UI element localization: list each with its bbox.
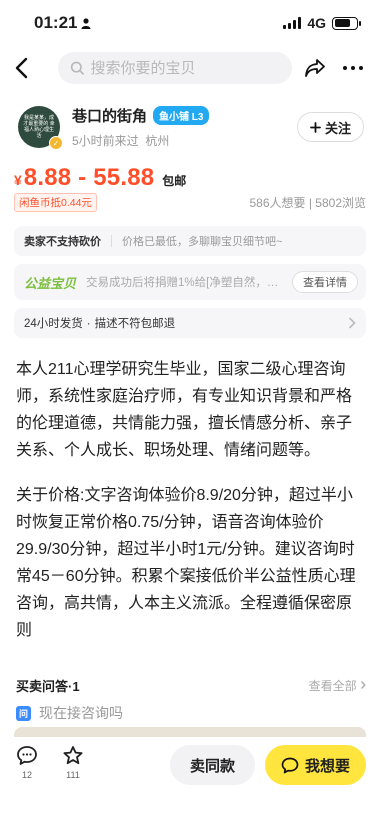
- ship-refund: 描述不符包邮退: [94, 318, 176, 330]
- divider: [111, 235, 112, 247]
- chat-icon: [281, 757, 299, 773]
- want-button[interactable]: 我想要: [264, 745, 366, 785]
- top-bar: [0, 46, 380, 90]
- qa-title: 买卖问答·1: [16, 678, 80, 694]
- clock: 01:21: [34, 13, 78, 32]
- seller-info[interactable]: 巷口的街角 鱼小铺 L3 5小时前来过 杭州: [72, 105, 297, 149]
- status-right: 4G: [283, 15, 361, 31]
- qa-more-link[interactable]: 查看全部: [309, 677, 366, 694]
- bargain-notice: 卖家不支持砍价 价格已最低，多聊聊宝贝细节吧~: [14, 226, 366, 256]
- want-count: 586人想要: [249, 195, 306, 210]
- back-arrow-icon: [15, 57, 28, 79]
- item-description: 本人211心理学研究生毕业，国家二级心理咨询师，系统性家庭治疗师，有专业知识背景…: [0, 338, 380, 644]
- description-paragraph: 关于价格:文字咨询体验价8.9/20分钟，超过半小时恢复正常价格0.75/分钟，…: [16, 487, 356, 639]
- shipping-row[interactable]: 24小时发货 · 描述不符包邮退: [14, 308, 366, 338]
- avatar[interactable]: 我是某某，成才最重要的 幸福人熟心理生活 ✓: [18, 106, 63, 150]
- bottom-bar: 12 111 卖同款 我想要: [0, 737, 380, 822]
- chevron-right-icon: [349, 317, 356, 329]
- search-bar[interactable]: [58, 52, 292, 84]
- seller-row: 我是某某，成才最重要的 幸福人熟心理生活 ✓ 巷口的街角 鱼小铺 L3 5小时前…: [0, 90, 380, 152]
- qa-question[interactable]: 问 现在接咨询吗: [0, 702, 380, 724]
- bottom-actions: 卖同款 我想要: [169, 745, 366, 785]
- last-active: 5小时前来过: [72, 134, 139, 148]
- seller-meta: 5小时前来过 杭州: [72, 132, 297, 149]
- postage-label: 包邮: [162, 174, 187, 188]
- description-paragraph: 本人211心理学研究生毕业，国家二级心理咨询师，系统性家庭治疗师，有专业知识背景…: [16, 361, 353, 459]
- person-icon: [81, 17, 91, 29]
- search-input[interactable]: [90, 59, 280, 77]
- question-text: 现在接咨询吗: [39, 705, 123, 721]
- bargain-hint: 价格已最低，多聊聊宝贝细节吧~: [122, 236, 283, 248]
- follow-label: 关注: [324, 120, 351, 136]
- favorite-button[interactable]: 111: [62, 745, 84, 780]
- coin-row: 闲鱼币抵0.44元 586人想要 | 5802浏览: [0, 192, 380, 212]
- qa-header: 买卖问答·1 查看全部: [0, 644, 380, 696]
- price-row: ¥ 8.88 - 55.88 包邮: [0, 152, 380, 192]
- comment-button[interactable]: 12: [16, 745, 38, 780]
- ship-time: 24小时发货: [24, 318, 83, 330]
- qa-more-label: 查看全部: [308, 678, 357, 693]
- network-type: 4G: [307, 15, 326, 31]
- seller-level-badge: 鱼小铺 L3: [153, 106, 210, 125]
- follow-button[interactable]: 关注: [296, 112, 364, 142]
- currency-symbol: ¥: [14, 172, 22, 188]
- more-icon: [343, 66, 363, 70]
- seller-city: 杭州: [145, 134, 170, 148]
- signal-icon: [283, 17, 302, 29]
- item-stats: 586人想要 | 5802浏览: [249, 195, 366, 210]
- plus-icon: [310, 121, 321, 133]
- status-bar: 01:21 4G: [0, 0, 380, 46]
- search-icon: [70, 61, 84, 75]
- status-time: 01:21: [34, 13, 91, 33]
- bargain-key: 卖家不支持砍价: [24, 236, 101, 248]
- charity-desc: 交易成功后将捐赠1%给[净塑自然，…: [86, 277, 279, 289]
- charity-detail-button[interactable]: 查看详情: [292, 271, 358, 293]
- want-label: 我想要: [304, 757, 350, 775]
- comment-icon: [17, 746, 37, 765]
- seller-name: 巷口的街角: [72, 108, 148, 125]
- question-mark-icon: 问: [16, 705, 31, 721]
- charity-tag: 公益宝贝: [24, 275, 77, 291]
- share-icon: [305, 59, 325, 77]
- star-icon: [63, 746, 83, 765]
- battery-icon: [332, 16, 361, 30]
- share-button[interactable]: [300, 53, 330, 83]
- sell-same-button[interactable]: 卖同款: [169, 745, 255, 785]
- chevron-right-icon: [361, 680, 366, 689]
- coin-discount-badge: 闲鱼币抵0.44元: [14, 192, 97, 212]
- comment-count: 12: [21, 770, 32, 780]
- favorite-count: 111: [66, 770, 80, 780]
- price-range: 8.88 - 55.88: [23, 164, 155, 191]
- verified-icon: ✓: [49, 136, 63, 150]
- charity-card: 公益宝贝 交易成功后将捐赠1%给[净塑自然，… 查看详情: [14, 264, 366, 300]
- view-count: 5802浏览: [315, 195, 366, 210]
- back-button[interactable]: [14, 53, 36, 83]
- more-button[interactable]: [338, 53, 368, 83]
